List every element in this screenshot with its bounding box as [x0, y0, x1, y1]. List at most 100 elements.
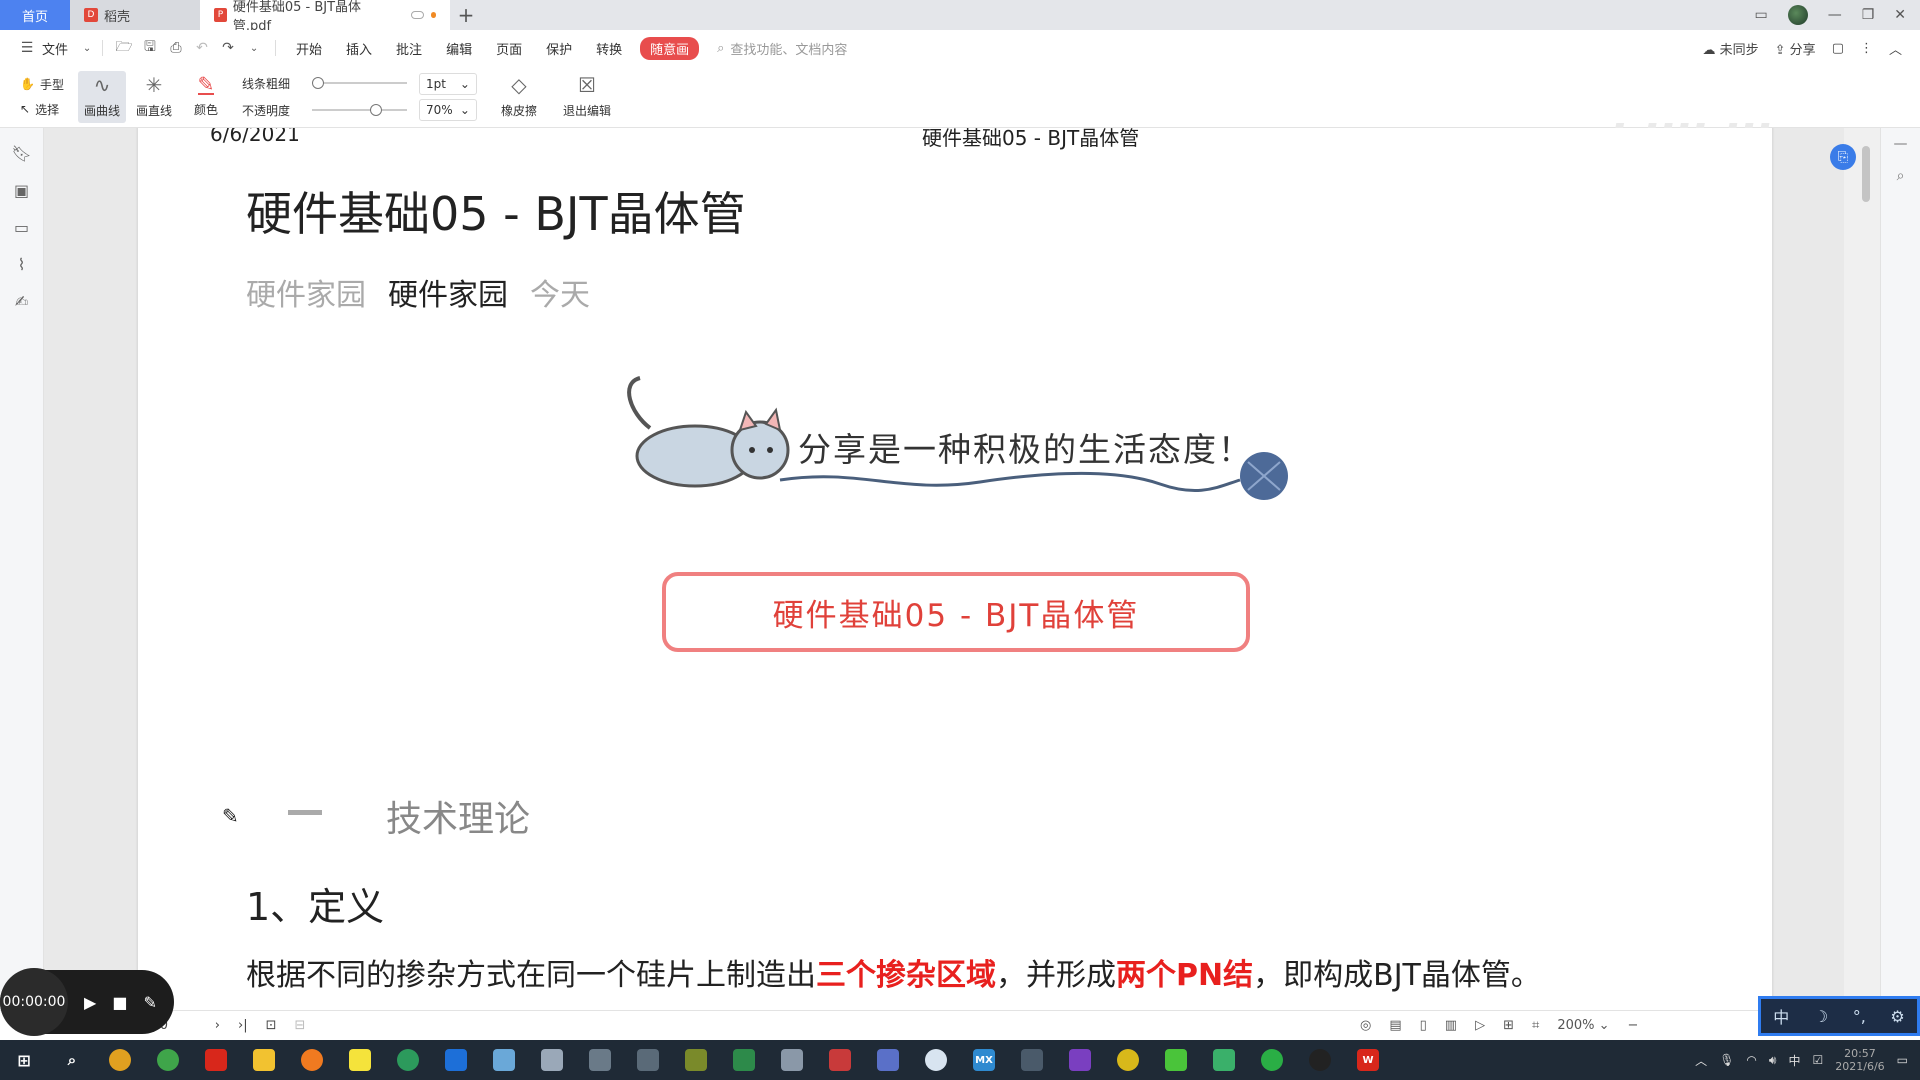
browser-icon[interactable]	[397, 1049, 419, 1071]
settings-gear-icon[interactable]: ⚙	[1890, 1007, 1904, 1026]
wps-icon[interactable]: W	[1357, 1049, 1379, 1071]
app-cloud-icon[interactable]	[541, 1049, 563, 1071]
color-button[interactable]: ✎ 颜色	[182, 71, 230, 123]
scroll-thumb[interactable]	[1862, 146, 1870, 202]
collapse-line-icon[interactable]: —	[1894, 136, 1908, 152]
chevron-down-icon[interactable]: ⌄	[80, 43, 94, 54]
open-folder-icon[interactable]: 🗁	[111, 36, 137, 60]
line-width-select[interactable]: 1pt ⌄	[418, 72, 477, 95]
hand-tool[interactable]: ✋ 手型	[20, 76, 64, 93]
next-page-icon[interactable]: ›	[215, 1018, 220, 1033]
magnifier-app-icon[interactable]	[301, 1049, 323, 1071]
sticky-notes-icon[interactable]	[349, 1049, 371, 1071]
menu-item-insert[interactable]: 插入	[334, 39, 384, 58]
play-icon[interactable]: ▶	[84, 993, 96, 1012]
save-icon[interactable]: 🖫	[137, 36, 163, 60]
security-icon[interactable]: ☑	[1812, 1053, 1823, 1067]
opacity-slider[interactable]	[311, 104, 407, 116]
meeting-icon[interactable]	[445, 1049, 467, 1071]
app-chip-icon[interactable]	[637, 1049, 659, 1071]
tab-home[interactable]: 首页	[0, 0, 70, 30]
clock[interactable]: 20:57 2021/6/6	[1835, 1047, 1884, 1073]
line-width-knob[interactable]	[311, 77, 324, 89]
chrome-icon[interactable]	[109, 1049, 131, 1071]
comment-icon[interactable]: ▭	[14, 218, 29, 237]
ime-mode[interactable]: 中	[1773, 1004, 1789, 1028]
eraser-button[interactable]: ◇ 橡皮擦	[495, 71, 543, 123]
zoom-search-icon[interactable]: ⌕	[1897, 168, 1905, 184]
eye-protect-icon[interactable]: ◎	[1360, 1018, 1371, 1033]
tab-active-document[interactable]: P 硬件基础05 - BJT晶体管.pdf	[200, 0, 450, 34]
zoom-level[interactable]: 200% ⌄	[1557, 1018, 1609, 1033]
menu-icon[interactable]: ☰	[14, 40, 40, 56]
fit-icon[interactable]: ⊡	[266, 1018, 277, 1033]
video-player-icon[interactable]	[1213, 1049, 1235, 1071]
tools-icon[interactable]	[781, 1049, 803, 1071]
pads-icon[interactable]	[685, 1049, 707, 1071]
app-green-icon[interactable]	[157, 1049, 179, 1071]
more-options-icon[interactable]: ⋮	[1860, 41, 1873, 56]
app-green2-icon[interactable]	[733, 1049, 755, 1071]
menu-item-start[interactable]: 开始	[284, 39, 334, 58]
line-width-slider[interactable]	[311, 77, 407, 89]
menu-item-convert[interactable]: 转换	[584, 39, 634, 58]
share-button[interactable]: ⇪ 分享	[1775, 39, 1816, 58]
minimize-icon[interactable]: —	[1828, 7, 1842, 23]
volume-icon[interactable]: 🔊︎	[1769, 1053, 1777, 1068]
meta-author[interactable]: 硬件家园	[388, 270, 508, 314]
moon-icon[interactable]: ☽	[1814, 1007, 1828, 1026]
pen-icon[interactable]: ✎	[143, 993, 156, 1012]
vertical-scrollbar[interactable]	[1862, 138, 1870, 838]
file-explorer-icon[interactable]	[253, 1049, 275, 1071]
menu-item-freehand[interactable]: 随意画	[640, 36, 700, 60]
draw-curve-button[interactable]: ∿ 画曲线	[77, 70, 126, 123]
fit-width-icon[interactable]: ⊟	[295, 1018, 306, 1033]
app-wifi-icon[interactable]	[829, 1049, 851, 1071]
app-gear-icon[interactable]	[1021, 1049, 1043, 1071]
visual-studio-icon[interactable]	[1069, 1049, 1091, 1071]
tab-docer[interactable]: D 稻壳	[70, 0, 200, 30]
opacity-knob[interactable]	[370, 104, 383, 116]
signature-icon[interactable]: ✍	[15, 292, 28, 311]
search-icon[interactable]: ⌕	[61, 1049, 83, 1071]
opacity-select[interactable]: 70% ⌄	[418, 98, 477, 121]
menu-item-page[interactable]: 页面	[484, 39, 534, 58]
print-icon[interactable]: ⎙	[163, 40, 189, 56]
punct-icon[interactable]: °,	[1853, 1007, 1866, 1026]
single-page-icon[interactable]: ▤	[1389, 1018, 1401, 1033]
app-gray-icon[interactable]	[589, 1049, 611, 1071]
page-view-icon[interactable]: ▯	[1420, 1018, 1427, 1033]
notification-icon[interactable]: ▭	[1897, 1053, 1908, 1067]
new-tab-button[interactable]: +	[450, 0, 482, 30]
undo-icon[interactable]: ↶	[189, 40, 215, 56]
app-yellow-icon[interactable]	[1117, 1049, 1139, 1071]
avatar[interactable]	[1787, 5, 1808, 25]
sync-button[interactable]: ☁ 未同步	[1702, 39, 1758, 58]
bookmark-icon[interactable]: 🔖︎	[11, 144, 31, 163]
close-icon[interactable]: ✕	[1894, 7, 1906, 23]
zoom-out-icon[interactable]: −	[1628, 1018, 1639, 1033]
stop-icon[interactable]: ■	[112, 993, 127, 1012]
document-area[interactable]: 6/6/2021 硬件基础05 - BJT晶体管 硬件基础05 - BJT晶体管…	[44, 128, 1844, 1040]
last-page-icon[interactable]: ›|	[238, 1018, 248, 1033]
menu-item-protect[interactable]: 保护	[534, 39, 584, 58]
microphone-icon[interactable]: 🎙︎	[1719, 1053, 1734, 1067]
layout-icon[interactable]: ▭	[1754, 7, 1767, 23]
translate-float-button[interactable]: ⎘	[1830, 144, 1856, 170]
menu-item-annotate[interactable]: 批注	[384, 39, 434, 58]
thumbnail-icon[interactable]: ▣	[14, 181, 29, 200]
collapse-icon[interactable]: ︿	[1889, 39, 1902, 58]
draw-line-button[interactable]: ✳ 画直线	[130, 71, 178, 123]
restore-icon[interactable]: ❐	[1862, 7, 1875, 23]
menu-file[interactable]: 文件	[40, 39, 80, 58]
input-lang[interactable]: 中	[1788, 1052, 1800, 1069]
attachment-icon[interactable]: ⌇	[18, 255, 26, 274]
wechat-icon[interactable]	[1261, 1049, 1283, 1071]
mx-icon[interactable]: MX	[973, 1049, 995, 1071]
two-page-icon[interactable]: ▥	[1445, 1018, 1457, 1033]
play-icon[interactable]: ▷	[1475, 1018, 1485, 1033]
app-red-icon[interactable]	[205, 1049, 227, 1071]
menu-item-edit[interactable]: 编辑	[434, 39, 484, 58]
more-icon[interactable]: ⌄	[241, 43, 267, 54]
search-box[interactable]: ⌕ 查找功能、文档内容	[717, 39, 847, 58]
